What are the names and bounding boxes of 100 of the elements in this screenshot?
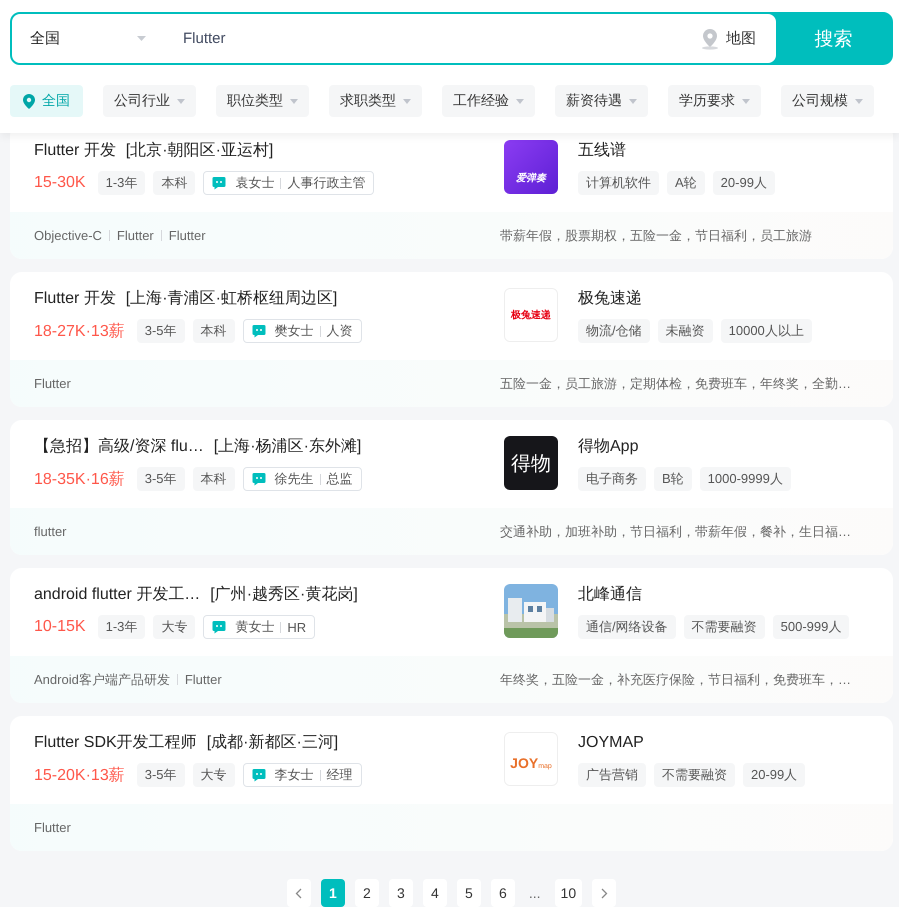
- company-tag: 未融资: [658, 319, 713, 343]
- company-tag: 500-999人: [772, 615, 850, 639]
- filter-button[interactable]: 公司行业: [103, 85, 196, 117]
- recruiter-chat-button[interactable]: 李女士 经理: [242, 763, 362, 787]
- company-tag: 电子商务: [578, 467, 646, 491]
- previous-page-button[interactable]: [286, 879, 311, 907]
- filter-button[interactable]: 学历要求: [668, 85, 761, 117]
- caret-icon: [629, 98, 637, 104]
- page-button[interactable]: 10: [554, 879, 582, 907]
- job-card[interactable]: Flutter 开发 [上海·青浦区·虹桥枢纽周边区] 18-27K·13薪 3-5年 本科 樊女士 人资 极兔速递 极兔速递 物流/仓储 未融资 10000人以上 Flutter 五险一金，员工旅游，定期体检，免费班车，年终奖，全勤…: [10, 272, 893, 407]
- requirement-tag: 本科: [153, 171, 196, 195]
- requirement-tag: 3-5年: [136, 467, 185, 491]
- requirement-tag: 本科: [192, 467, 235, 491]
- requirement-tag: 1-3年: [98, 615, 146, 639]
- company-name[interactable]: 极兔速递: [578, 288, 812, 310]
- job-card[interactable]: 【急招】高级/资深 flu… [上海·杨浦区·东外滩] 18-35K·16薪 3-5年 本科 徐先生 总监 得物 得物App 电子商务 B轮 1000-9999人 flutter 交通补助，加班补助，节日福利，带薪年假，餐补，生日福…: [10, 420, 893, 555]
- company-tag: 10000人以上: [720, 319, 812, 343]
- company-name[interactable]: JOYMAP: [578, 732, 806, 754]
- company-tag: 1000-9999人: [700, 467, 791, 491]
- salary: 15-20K·13薪: [34, 766, 125, 786]
- company-tag: 不需要融资: [684, 615, 765, 639]
- page-button[interactable]: 6: [490, 879, 515, 907]
- job-location: [上海·杨浦区·东外滩]: [214, 436, 362, 457]
- chat-icon: [252, 768, 266, 782]
- page-button[interactable]: 3: [388, 879, 413, 907]
- recruiter-chat-button[interactable]: 徐先生 总监: [242, 467, 362, 491]
- caret-icon: [403, 98, 411, 104]
- skill-tag: Objective-C: [34, 228, 102, 243]
- salary: 18-27K·13薪: [34, 322, 125, 342]
- company-name[interactable]: 北峰通信: [578, 584, 850, 606]
- salary: 18-35K·16薪: [34, 470, 125, 490]
- requirement-tag: 3-5年: [136, 319, 185, 343]
- job-location: [广州·越秀区·黄花岗]: [210, 584, 358, 605]
- chevron-left-icon: [295, 888, 302, 898]
- benefits-text: 年终奖，五险一金，补充医疗保险，节日福利，免费班车，…: [500, 670, 852, 688]
- company-tag: 计算机软件: [578, 171, 659, 195]
- chevron-right-icon: [600, 888, 608, 898]
- filter-button[interactable]: 职位类型: [216, 85, 309, 117]
- job-title: Flutter 开发: [34, 141, 116, 161]
- skill-tag: Android客户端产品研发: [34, 670, 170, 688]
- company-tag: 20-99人: [743, 763, 806, 787]
- recruiter-chat-button[interactable]: 黄女士 HR: [203, 615, 316, 639]
- page-ellipsis: ...: [528, 885, 542, 901]
- skill-tag: flutter: [34, 524, 67, 539]
- skill-tag: Flutter: [168, 228, 206, 243]
- job-card[interactable]: android flutter 开发工… [广州·越秀区·黄花岗] 10-15K 1-3年 大专 黄女士 HR 北峰通信 通信/网络设备 不需要融资 500-999人 Android客户端产品研发 Flutter 年终奖，五险一金，补充医疗保险，节日福利，免费班车，…: [10, 568, 893, 703]
- job-location: [北京·朝阳区·亚运村]: [126, 140, 274, 161]
- caret-icon: [290, 98, 298, 104]
- recruiter-chat-button[interactable]: 袁女士 人事行政主管: [203, 171, 374, 195]
- chat-icon: [252, 472, 266, 486]
- requirement-tag: 1-3年: [98, 171, 146, 195]
- company-logo: 极兔速递: [504, 288, 558, 342]
- recruiter-chat-button[interactable]: 樊女士 人资: [242, 319, 362, 343]
- benefits-text: 五险一金，员工旅游，定期体检，免费班车，年终奖，全勤…: [500, 374, 852, 392]
- caret-icon: [516, 98, 524, 104]
- page-button[interactable]: 2: [354, 879, 379, 907]
- job-location: [成都·新都区·三河]: [206, 732, 338, 753]
- company-tag: 20-99人: [712, 171, 775, 195]
- company-tag: B轮: [654, 467, 692, 491]
- company-logo: 爱弹奏: [504, 140, 558, 194]
- salary: 15-30K: [34, 174, 86, 192]
- filter-button[interactable]: 工作经验: [442, 85, 535, 117]
- salary: 10-15K: [34, 618, 86, 636]
- job-title: Flutter 开发: [34, 289, 116, 309]
- company-name[interactable]: 得物App: [578, 436, 791, 458]
- chat-icon: [212, 176, 226, 190]
- next-page-button[interactable]: [592, 879, 616, 907]
- job-title: Flutter SDK开发工程师: [34, 733, 197, 753]
- company-tag: 物流/仓储: [578, 319, 650, 343]
- page-button[interactable]: 4: [422, 879, 447, 907]
- skill-tag: Flutter: [34, 376, 71, 391]
- job-title: android flutter 开发工…: [34, 585, 200, 605]
- requirement-tag: 大专: [192, 763, 235, 787]
- filter-button[interactable]: 公司规模: [781, 85, 874, 117]
- filter-button[interactable]: 求职类型: [329, 85, 422, 117]
- job-card[interactable]: Flutter 开发 [北京·朝阳区·亚运村] 15-30K 1-3年 本科 袁女士 人事行政主管 爱弹奏 五线谱 计算机软件 A轮 20-99人 Objective-C Flutter Flutter 带薪年假，股票期权，五险一金，节日福利，员工旅游: [10, 133, 893, 259]
- requirement-tag: 本科: [192, 319, 235, 343]
- job-location: [上海·青浦区·虹桥枢纽周边区]: [126, 288, 338, 309]
- skill-tag: Flutter: [34, 820, 71, 835]
- caret-icon: [742, 98, 750, 104]
- location-pin-icon: [23, 94, 35, 108]
- skill-tag: Flutter: [184, 672, 222, 687]
- chat-icon: [212, 620, 226, 634]
- company-name[interactable]: 五线谱: [578, 140, 775, 162]
- company-tag: 通信/网络设备: [578, 615, 676, 639]
- company-tag: A轮: [667, 171, 705, 195]
- benefits-text: 带薪年假，股票期权，五险一金，节日福利，员工旅游: [500, 226, 813, 244]
- filter-button[interactable]: 薪资待遇: [555, 85, 648, 117]
- company-logo: 得物: [504, 436, 558, 490]
- company-tag: 不需要融资: [654, 763, 735, 787]
- caret-icon: [855, 98, 863, 104]
- requirement-tag: 3-5年: [136, 763, 185, 787]
- benefits-text: 交通补助，加班补助，节日福利，带薪年假，餐补，生日福…: [500, 522, 852, 540]
- page-button[interactable]: 5: [456, 879, 481, 907]
- company-tag: 广告营销: [578, 763, 646, 787]
- skill-tag: Flutter: [116, 228, 154, 243]
- caret-icon: [177, 98, 185, 104]
- job-title: 【急招】高级/资深 flu…: [34, 436, 204, 457]
- requirement-tag: 大专: [153, 615, 196, 639]
- chat-icon: [252, 324, 266, 338]
